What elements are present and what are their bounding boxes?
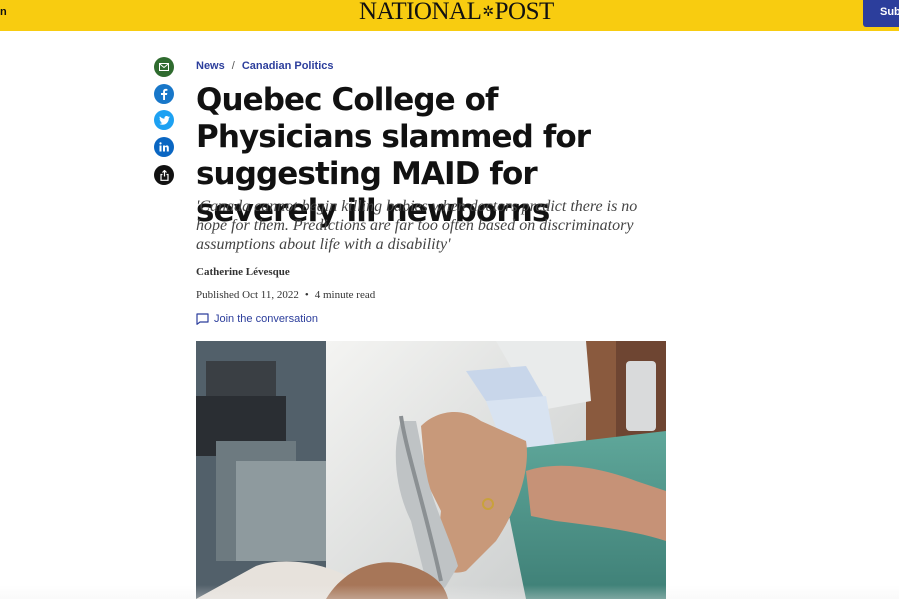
email-share-button[interactable] (154, 57, 174, 77)
comment-icon (196, 313, 209, 325)
email-icon (159, 63, 169, 71)
breadcrumb: News / Canadian Politics (196, 60, 334, 72)
breadcrumb-separator: / (231, 60, 235, 72)
join-conversation-link[interactable]: Join the conversation (196, 313, 318, 325)
facebook-share-button[interactable] (154, 84, 174, 104)
logo-text-right: POST (494, 0, 555, 25)
site-header: n NATIONAL✲POST Sub (0, 0, 899, 31)
share-icon (159, 169, 169, 181)
maple-leaf-icon: ✲ (482, 5, 494, 21)
twitter-icon (158, 115, 170, 125)
menu-edge-glyph[interactable]: n (0, 6, 7, 18)
breadcrumb-news[interactable]: News (196, 60, 225, 72)
join-conversation-label: Join the conversation (214, 313, 318, 325)
author-byline[interactable]: Catherine Lévesque (196, 266, 290, 278)
meta-separator: • (304, 289, 309, 301)
breadcrumb-canadian-politics[interactable]: Canadian Politics (242, 60, 334, 72)
share-button[interactable] (154, 165, 174, 185)
publish-meta: Published Oct 11, 2022 • 4 minute read (196, 289, 375, 301)
logo-text-left: NATIONAL (359, 0, 482, 25)
facebook-icon (161, 88, 168, 100)
publish-date: Published Oct 11, 2022 (196, 289, 299, 301)
linkedin-share-button[interactable] (154, 137, 174, 157)
subscribe-button[interactable]: Sub (863, 0, 899, 27)
twitter-share-button[interactable] (154, 110, 174, 130)
article-photo[interactable] (196, 341, 666, 599)
article-dek: 'Canada cannot begin killing babies when… (196, 198, 638, 253)
read-time: 4 minute read (314, 289, 376, 301)
national-post-logo[interactable]: NATIONAL✲POST (359, 0, 554, 25)
ultrasound-exam-image (196, 341, 666, 599)
linkedin-icon (159, 142, 169, 152)
